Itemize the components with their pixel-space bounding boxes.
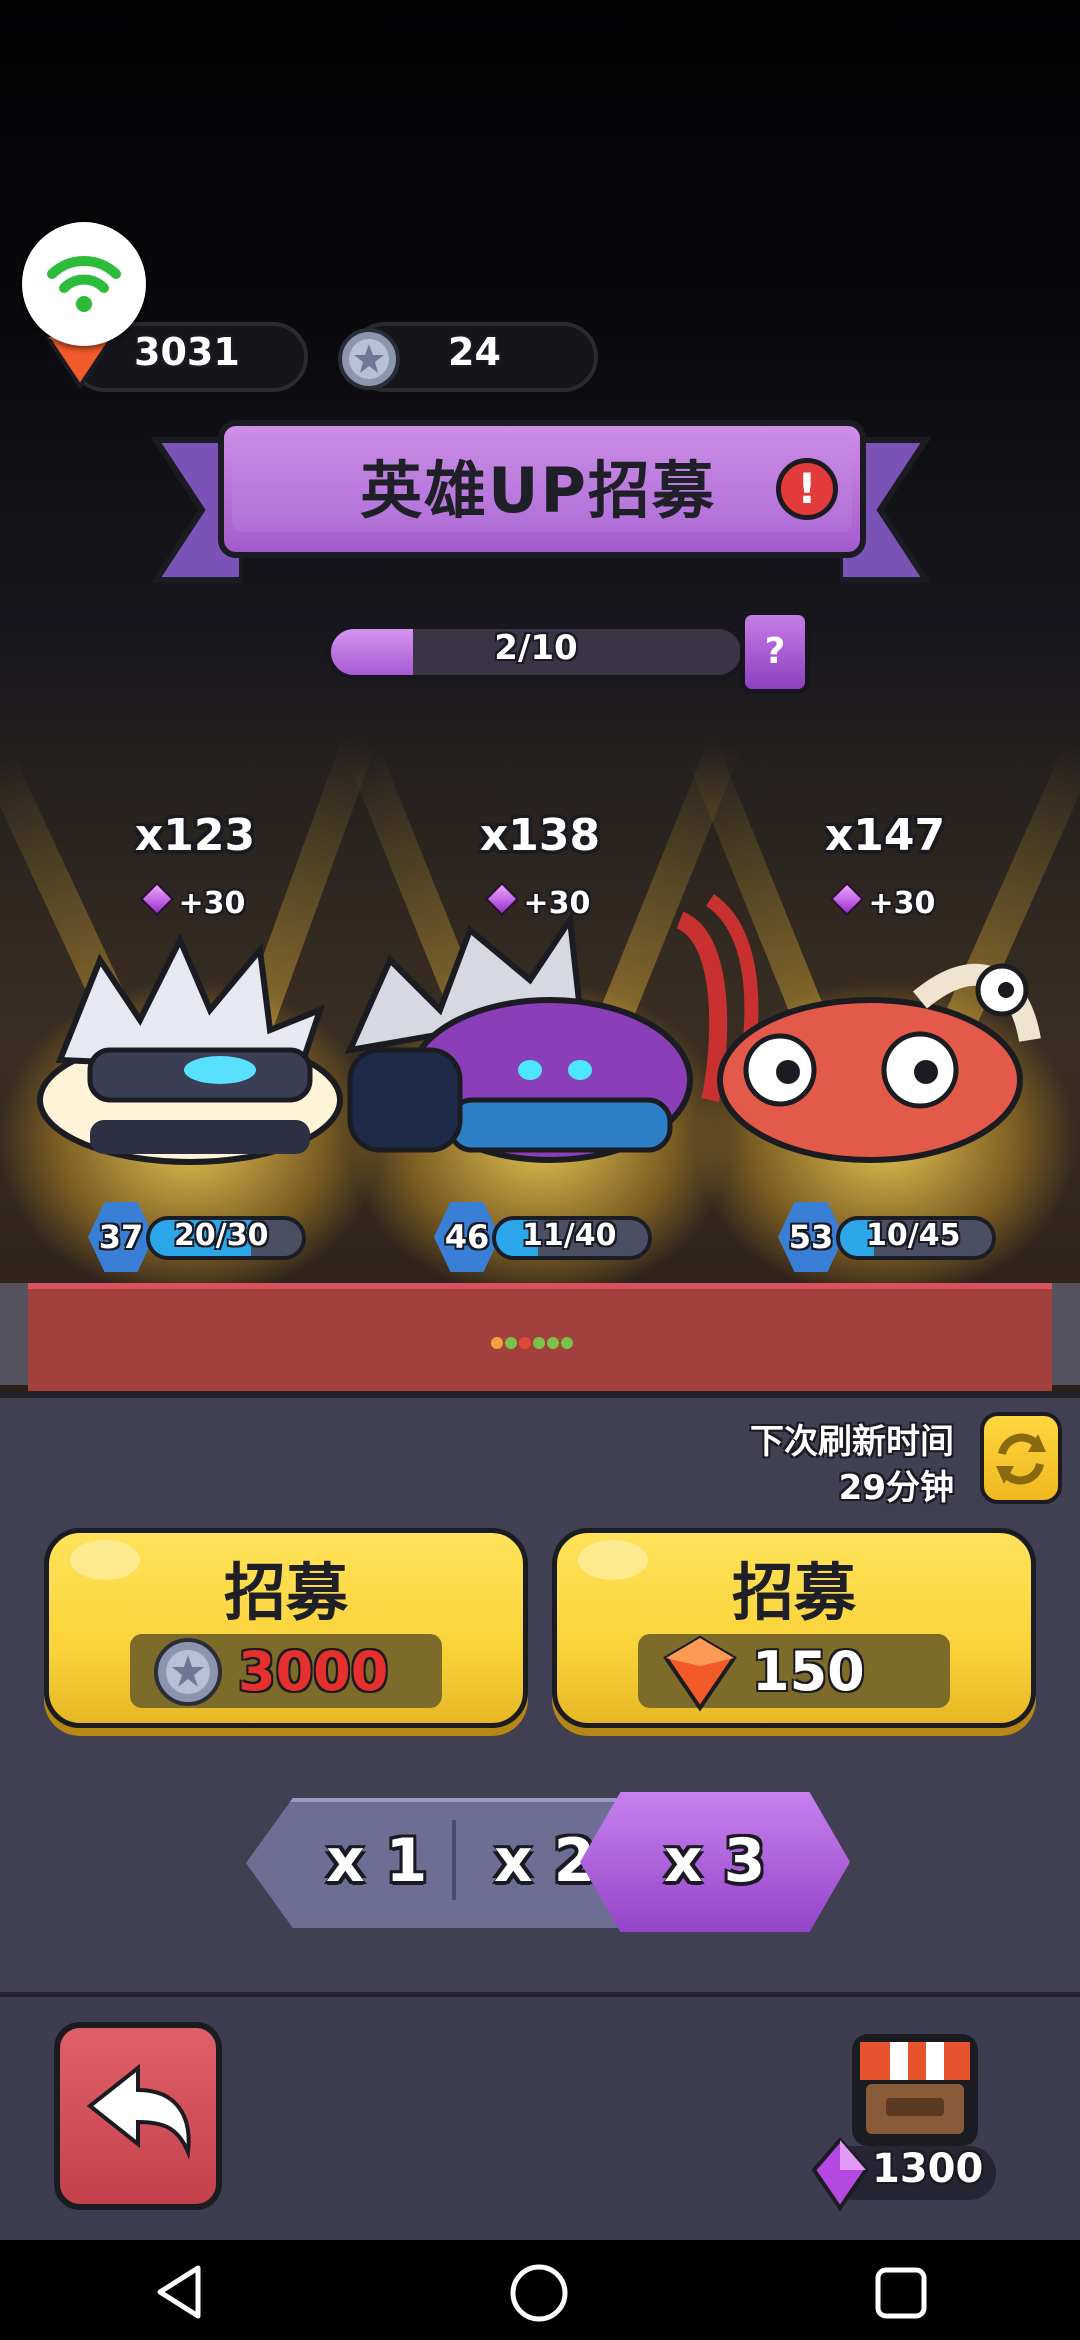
back-button[interactable]: [54, 2022, 222, 2210]
wifi-icon: [47, 256, 121, 312]
strip-edge-left: [0, 1283, 28, 1385]
hero-card-3[interactable]: x147: [770, 810, 1000, 861]
gem-count: 3031: [134, 330, 240, 374]
shop-icon[interactable]: [846, 2024, 984, 2154]
hero-bonus-value: +30: [178, 886, 246, 921]
back-arrow-icon: [86, 2063, 191, 2160]
recruit-label: 招募: [731, 1556, 856, 1629]
hero-card-2[interactable]: x138: [425, 810, 655, 861]
medal-icon: [338, 328, 400, 390]
hero-card-1[interactable]: x123: [80, 810, 310, 861]
help-button[interactable]: ?: [740, 610, 810, 694]
page-indicator: [490, 1334, 574, 1353]
gem-icon: [663, 1635, 737, 1712]
multiplier-option-x3[interactable]: x 3: [664, 1826, 765, 1896]
multiplier-option-x2[interactable]: x 2: [494, 1826, 595, 1896]
multiplier-divider: [452, 1820, 456, 1900]
hero-shard-text: 20/30: [174, 1218, 269, 1253]
medal-count: 24: [448, 330, 501, 374]
hero-count: x147: [824, 810, 946, 861]
hero-count: x123: [134, 810, 256, 861]
system-navigation-bar: [0, 2240, 1080, 2340]
hero-count: x138: [479, 810, 601, 861]
hero-shard-text: 10/45: [866, 1218, 961, 1253]
recruit-price-gems: 150: [752, 1640, 865, 1703]
nav-recents-icon[interactable]: [870, 2262, 932, 2324]
recruit-label: 招募: [223, 1556, 348, 1629]
purple-gem-icon: [811, 2136, 869, 2212]
multiplier-option-x1[interactable]: x 1: [326, 1826, 427, 1896]
strip-edge-right: [1052, 1283, 1080, 1385]
refresh-time: 29分钟: [838, 1468, 954, 1508]
refresh-button[interactable]: [980, 1412, 1062, 1504]
hero-bonus: +30: [80, 882, 310, 921]
hero-portrait-shrimp: [675, 894, 1041, 1163]
nav-back-icon[interactable]: [150, 2262, 210, 2322]
pity-progress-text: 2/10: [494, 628, 578, 668]
page-title: 英雄UP招募: [360, 454, 716, 527]
shop-gem-count: 1300: [872, 2146, 984, 2192]
info-alert-button[interactable]: !: [776, 458, 838, 520]
purple-gem-icon: [139, 882, 174, 916]
refresh-label: 下次刷新时间: [750, 1422, 954, 1462]
nav-home-icon[interactable]: [506, 2260, 572, 2326]
wifi-status[interactable]: [22, 222, 146, 346]
recruit-price-medals: 3000: [238, 1640, 389, 1703]
hero-portrait-ninja: [37, 932, 343, 1165]
refresh-icon: [996, 1433, 1046, 1485]
medal-icon: [154, 1638, 222, 1706]
hero-shard-text: 11/40: [522, 1218, 617, 1253]
